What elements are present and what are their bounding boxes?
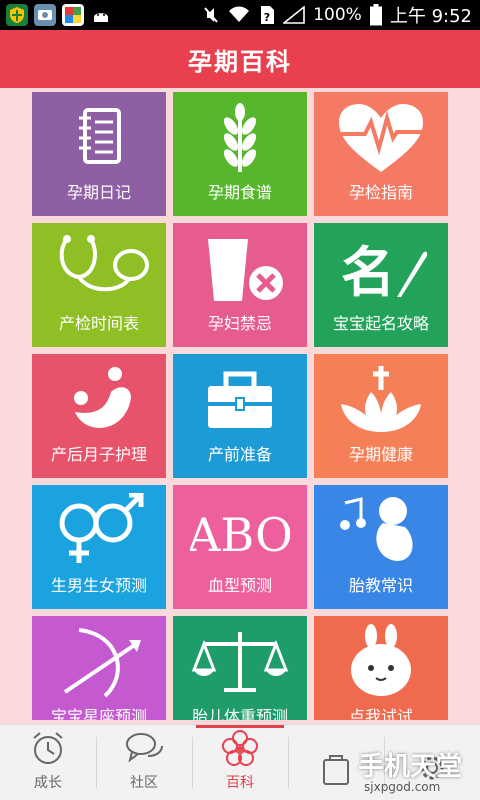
status-bar: ? 100% 上午 9:52 [0,0,480,30]
chat-bubbles-icon [126,733,163,763]
sagittarius-icon [63,628,141,698]
cup-forbidden-icon [208,239,283,301]
wifi-icon [229,6,250,22]
tile-gender-prediction[interactable]: 生男生女预测 [32,485,166,609]
calligraphy-icon: 名 [341,240,428,304]
tile-baby-naming[interactable]: 名 宝宝起名攻略 [314,223,448,347]
tile-postpartum-care[interactable]: 产后月子护理 [32,354,166,478]
settings-icon [420,756,444,780]
tile-label: 孕检指南 [348,183,413,202]
tile-pregnancy-taboos[interactable]: 孕妇禁忌 [173,223,307,347]
gender-icon [59,493,144,563]
bottom-tab-bar: 成长 社区 百科 [0,724,480,800]
tile-label: 点我试试 [348,707,413,720]
mute-icon [204,7,218,23]
tile-blood-type[interactable]: ABO 血型预测 [173,485,307,609]
colorful-app-icon [62,4,84,26]
scale-icon [191,632,289,692]
abo-icon: ABO [190,508,290,562]
feature-grid: 孕期日记 孕期食谱 孕检指南 产检时间表 孕妇禁忌 名 宝宝起名攻略 产后月子护… [32,92,448,720]
abo-text: ABO [190,508,290,562]
tile-label: 胎教常识 [348,576,413,595]
tile-label: 孕期食谱 [207,183,272,202]
tab-encyclopedia[interactable]: 百科 [192,725,288,800]
tile-checkup-schedule[interactable]: 产检时间表 [32,223,166,347]
tile-label: 孕期日记 [66,183,131,202]
tile-label: 宝宝起名攻略 [332,314,429,333]
tile-pregnancy-diary[interactable]: 孕期日记 [32,92,166,216]
photo-app-icon [34,4,56,26]
tile-label: 血型预测 [207,576,272,595]
tile-label: 宝宝星座预测 [50,707,147,720]
tab-settings[interactable] [384,725,480,800]
care-icon [74,367,131,428]
tile-baby-zodiac[interactable]: 宝宝星座预测 [32,616,166,720]
tile-label: 产检时间表 [58,314,139,333]
tile-prenatal-education[interactable]: 胎教常识 [314,485,448,609]
svg-text:名: 名 [341,240,395,304]
tile-label: 孕妇禁忌 [207,314,272,333]
tile-try-me[interactable]: 点我试试 [314,616,448,720]
tab-label: 社区 [130,775,158,791]
tile-fetal-weight[interactable]: 胎儿体重预测 [173,616,307,720]
heartbeat-icon [339,104,423,172]
tile-pregnancy-recipes[interactable]: 孕期食谱 [173,92,307,216]
tile-label: 生男生女预测 [50,576,147,595]
tile-label: 孕期健康 [348,445,413,464]
tab-label: 成长 [34,775,62,791]
clock: 上午 9:52 [389,6,472,27]
tab-community[interactable]: 社区 [96,725,192,800]
tile-label: 产前准备 [207,445,272,464]
tile-prenatal-prep[interactable]: 产前准备 [173,354,307,478]
toolbox-icon [208,371,272,428]
title-bar: 孕期百科 [0,30,480,88]
page-title: 孕期百科 [188,47,292,76]
stethoscope-icon [59,235,149,292]
tile-prenatal-guide[interactable]: 孕检指南 [314,92,448,216]
sim-icon: ? [261,6,275,24]
tile-pregnancy-health[interactable]: 孕期健康 [314,354,448,478]
signal-icon [283,6,306,24]
fetus-music-icon [340,497,413,561]
wheat-icon [223,103,257,172]
alarm-clock-icon [33,732,63,764]
tile-label: 胎儿体重预测 [191,707,288,720]
notebook-icon [79,108,121,164]
tab-label: 百科 [226,775,254,791]
tab-bag[interactable] [288,725,384,800]
tile-label: 产后月子护理 [50,445,147,464]
svg-text:?: ? [264,11,270,24]
battery-percent: 100% [313,5,362,25]
bag-icon [323,755,349,785]
battery-icon [369,4,382,26]
tab-growth[interactable]: 成长 [0,725,96,800]
shield-app-icon [6,4,28,26]
flower-icon [222,730,258,766]
android-icon [90,4,112,26]
lotus-cross-icon [341,366,421,432]
bunny-icon [351,624,411,696]
